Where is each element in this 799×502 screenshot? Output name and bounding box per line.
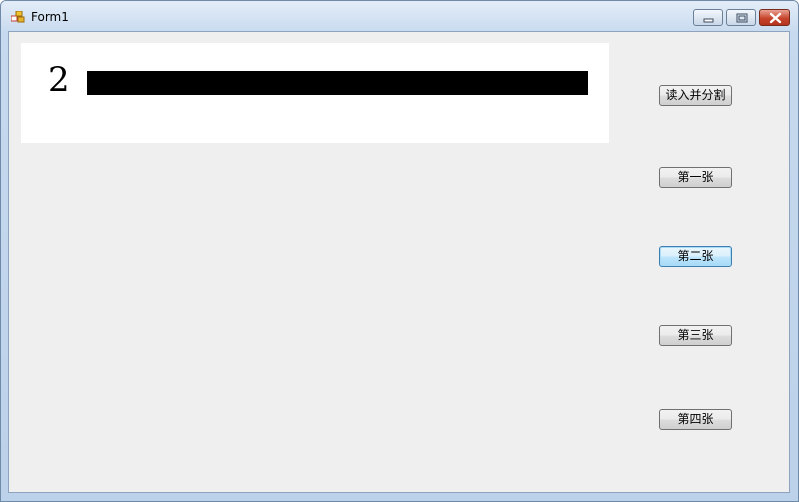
maximize-icon: [736, 13, 748, 23]
picture-box: 2: [21, 43, 609, 143]
close-icon: [769, 12, 782, 24]
fourth-image-button[interactable]: 第四张: [659, 409, 732, 430]
title-bar[interactable]: Form1: [1, 1, 798, 31]
minimize-button[interactable]: [693, 9, 723, 26]
form-client-area: 2 读入并分割 第一张 第二张 第三张 第四张: [8, 31, 790, 493]
close-button[interactable]: [759, 9, 790, 26]
minimize-icon: [703, 18, 714, 23]
window-title: Form1: [31, 10, 69, 24]
read-and-split-button[interactable]: 读入并分割: [659, 85, 732, 106]
maximize-button[interactable]: [726, 9, 756, 26]
picture-black-bar: [87, 71, 588, 95]
second-image-button[interactable]: 第二张: [659, 246, 732, 267]
form1-window: Form1 2 读入并分割 第一张 第二张 第三张 第四张: [0, 0, 799, 502]
picture-digit: 2: [48, 60, 70, 100]
first-image-button[interactable]: 第一张: [659, 167, 732, 188]
form-app-icon: [11, 11, 25, 23]
third-image-button[interactable]: 第三张: [659, 325, 732, 346]
